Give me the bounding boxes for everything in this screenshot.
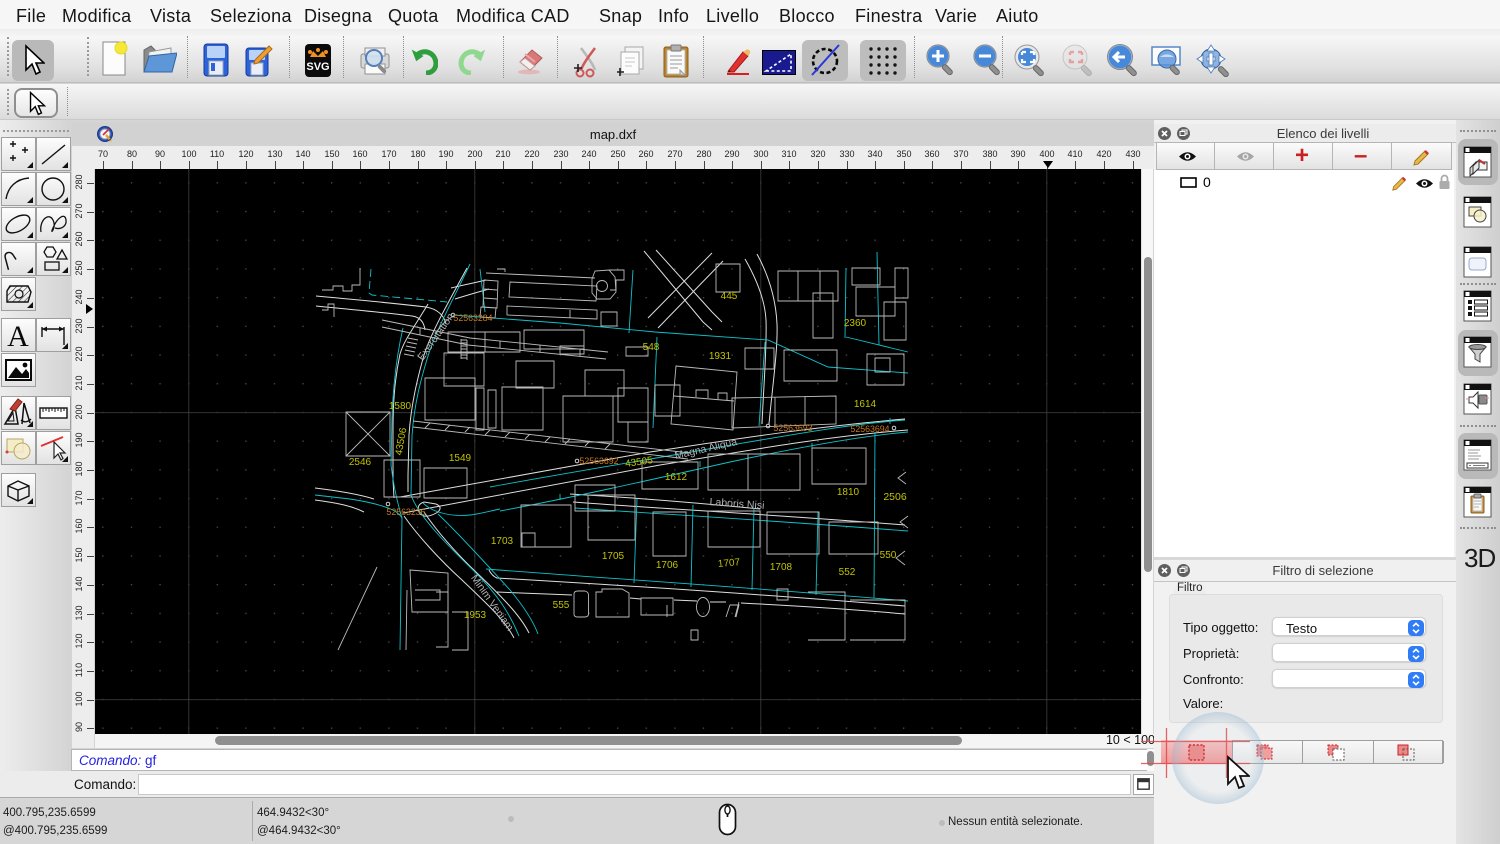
svg-text:2546: 2546: [349, 457, 372, 468]
svg-text:52563694: 52563694: [850, 424, 889, 434]
svg-text:2360: 2360: [844, 318, 867, 329]
svg-text:1953: 1953: [464, 610, 487, 621]
svg-text:1703: 1703: [491, 536, 514, 547]
svg-text:52563284: 52563284: [453, 313, 492, 323]
svg-text:52563236: 52563236: [386, 507, 425, 517]
svg-text:52563692: 52563692: [579, 456, 618, 466]
svg-text:1810: 1810: [837, 487, 860, 498]
svg-text:548: 548: [643, 342, 660, 353]
svg-text:52563693: 52563693: [773, 423, 812, 433]
svg-text:2506: 2506: [883, 491, 907, 503]
svg-text:555: 555: [553, 600, 570, 611]
svg-text:1549: 1549: [449, 453, 472, 464]
svg-text:SVG: SVG: [306, 61, 329, 73]
svg-text:A: A: [7, 320, 29, 351]
svg-text:1708: 1708: [770, 562, 793, 573]
svg-text:1614: 1614: [854, 399, 877, 410]
svg-text:1931: 1931: [709, 351, 732, 362]
svg-text:1706: 1706: [656, 560, 679, 571]
svg-text:445: 445: [721, 291, 738, 302]
svg-text:1705: 1705: [602, 551, 625, 562]
svg-text:552: 552: [839, 567, 856, 578]
svg-text:1580: 1580: [389, 401, 412, 412]
svg-text:1707: 1707: [717, 557, 741, 570]
svg-text:550: 550: [880, 550, 897, 561]
svg-text:1612: 1612: [665, 472, 688, 483]
